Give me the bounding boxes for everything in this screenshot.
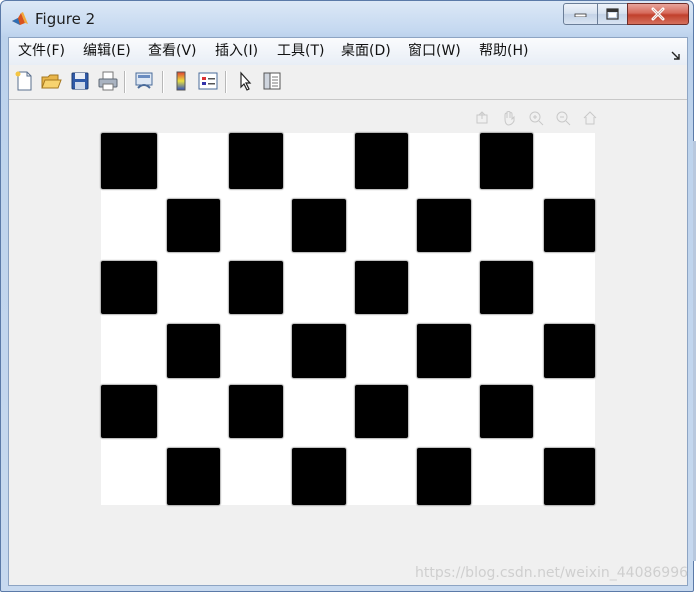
checker-square xyxy=(229,385,283,438)
menu-edit[interactable]: 编辑(E) xyxy=(83,43,131,60)
print-icon[interactable] xyxy=(97,70,119,92)
pan-icon[interactable] xyxy=(501,110,517,130)
checker-square xyxy=(355,385,408,438)
checker-square xyxy=(167,324,220,378)
checker-square xyxy=(292,199,346,252)
checker-square xyxy=(167,199,220,252)
export-icon[interactable] xyxy=(474,110,490,130)
watermark-text: https://blog.csdn.net/weixin_44086996 xyxy=(415,565,689,581)
checker-square xyxy=(544,199,595,252)
menu-view[interactable]: 查看(V) xyxy=(148,43,197,60)
menu-desktop[interactable]: 桌面(D) xyxy=(341,43,391,60)
close-button[interactable] xyxy=(627,3,689,25)
checker-square xyxy=(292,324,346,378)
figure-toolbar xyxy=(9,65,687,100)
checker-square xyxy=(480,385,533,438)
checker-square xyxy=(544,324,595,378)
menu-bar: 文件(F) 编辑(E) 查看(V) 插入(I) 工具(T) 桌面(D) 窗口(W… xyxy=(9,38,687,66)
menu-help[interactable]: 帮助(H) xyxy=(479,43,528,60)
matlab-logo-icon xyxy=(11,10,29,28)
figure-client-area: 文件(F) 编辑(E) 查看(V) 插入(I) 工具(T) 桌面(D) 窗口(W… xyxy=(8,37,688,586)
checker-square xyxy=(480,261,533,314)
open-file-icon[interactable] xyxy=(40,70,62,92)
new-figure-icon[interactable] xyxy=(13,70,35,92)
property-inspector-icon[interactable] xyxy=(261,70,283,92)
checker-square xyxy=(229,261,283,314)
link-plot-icon[interactable] xyxy=(133,70,155,92)
minimize-button[interactable] xyxy=(563,3,598,25)
checker-square xyxy=(417,448,471,505)
toolbar-separator xyxy=(225,71,227,93)
checker-square xyxy=(167,448,220,505)
colorbar-icon[interactable] xyxy=(170,70,192,92)
figure-window: Figure 2 文件(F) 编辑(E) 查看(V) 插入(I) 工具(T) 桌… xyxy=(0,0,696,592)
maximize-button[interactable] xyxy=(597,3,628,25)
menu-window[interactable]: 窗口(W) xyxy=(408,43,461,60)
checker-square xyxy=(355,261,408,314)
legend-icon[interactable] xyxy=(197,70,219,92)
checker-square xyxy=(355,133,408,189)
edit-plot-arrow-icon[interactable] xyxy=(234,70,256,92)
zoom-in-icon[interactable] xyxy=(528,110,544,130)
window-title: Figure 2 xyxy=(35,10,96,28)
checkerboard-image xyxy=(101,133,595,505)
home-icon[interactable] xyxy=(582,110,598,130)
checker-square xyxy=(480,133,533,189)
zoom-out-icon[interactable] xyxy=(555,110,571,130)
axes-toolbar xyxy=(474,110,604,130)
title-bar[interactable]: Figure 2 xyxy=(1,1,693,37)
checker-square xyxy=(417,199,471,252)
menu-file[interactable]: 文件(F) xyxy=(18,43,65,60)
checker-square xyxy=(229,133,283,189)
menu-tools[interactable]: 工具(T) xyxy=(277,43,324,60)
checker-square xyxy=(544,448,595,505)
save-icon[interactable] xyxy=(69,70,91,92)
dock-arrow-icon[interactable] xyxy=(671,46,681,65)
plot-area: https://blog.csdn.net/weixin_44086996 xyxy=(9,100,689,587)
toolbar-separator xyxy=(124,71,126,93)
checker-square xyxy=(101,385,157,438)
checker-square xyxy=(292,448,346,505)
checker-square xyxy=(101,133,157,189)
menu-insert[interactable]: 插入(I) xyxy=(215,43,258,60)
toolbar-separator xyxy=(162,71,164,93)
checker-square xyxy=(417,324,471,378)
checker-square xyxy=(101,261,157,314)
